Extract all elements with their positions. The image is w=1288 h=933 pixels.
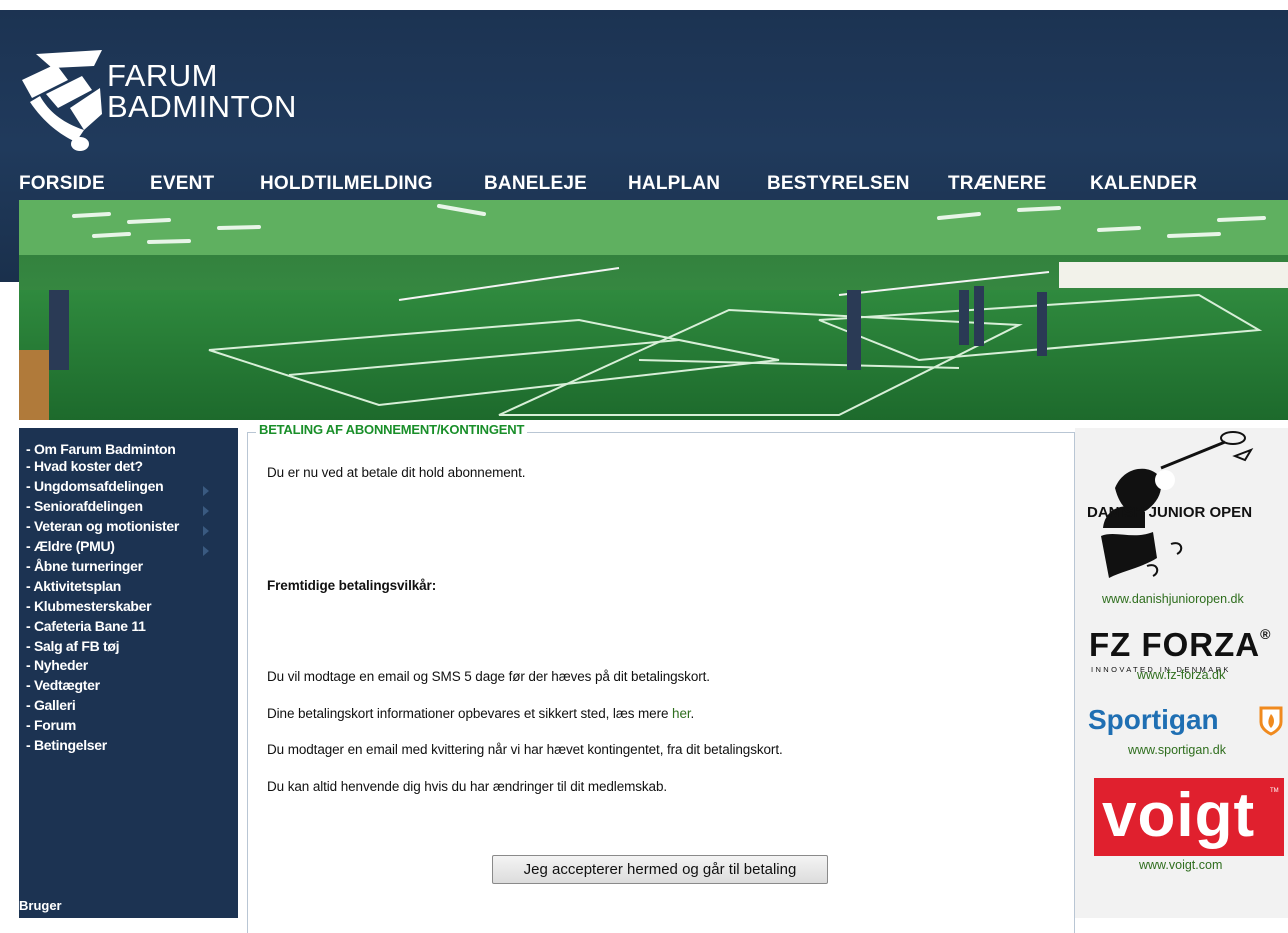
sidebar-item-cafeteria-bane-11[interactable]: - Cafeteria Bane 11 — [26, 616, 146, 636]
main-nav: FORSIDE EVENT HOLDTILMELDING BANELEJE HA… — [0, 173, 1288, 201]
voigt-url[interactable]: www.voigt.com — [1139, 858, 1222, 872]
submenu-arrow-icon — [203, 526, 209, 536]
submenu-arrow-icon — [203, 546, 209, 556]
forza-name: FZ FORZA — [1089, 626, 1261, 663]
terms-heading: Fremtidige betalingsvilkår: — [267, 578, 437, 593]
forza-logo-text: FZ FORZA® — [1089, 626, 1271, 664]
djo-url[interactable]: www.danishjunioropen.dk — [1102, 592, 1244, 606]
sportigan-url[interactable]: www.sportigan.dk — [1128, 743, 1226, 757]
sponsor-voigt[interactable]: voigt TM www.voigt.com — [1075, 778, 1288, 878]
payment-legend: BETALING AF ABONNEMENT/KONTINGENT — [256, 422, 528, 437]
forza-url[interactable]: www.fz-forza.dk — [1137, 668, 1225, 682]
forza-registered-mark: ® — [1260, 626, 1272, 642]
accept-and-pay-button[interactable]: Jeg accepterer hermed og går til betalin… — [492, 855, 828, 884]
read-more-link[interactable]: her — [672, 706, 691, 721]
intro-text: Du er nu ved at betale dit hold abonneme… — [267, 465, 526, 480]
sidebar-item-seniorafdelingen[interactable]: - Seniorafdelingen — [26, 496, 143, 516]
shuttlecock-logo-icon — [22, 50, 102, 151]
logo-wordmark: FARUM BADMINTON — [107, 60, 297, 122]
sidebar-item-aeldre-pmu[interactable]: - Ældre (PMU) — [26, 536, 115, 556]
sidebar-user-label: Bruger — [19, 898, 62, 913]
voigt-trademark: TM — [1270, 788, 1279, 794]
sponsor-danish-junior-open[interactable]: DANISH JUNIOR OPEN www.danishjunioropen.… — [1075, 428, 1288, 608]
terms-line-receipt: Du modtager en email med kvittering når … — [267, 742, 783, 757]
logo-line-badminton: BADMINTON — [107, 89, 297, 124]
shield-flame-icon — [1259, 706, 1283, 736]
sidebar-item-nyheder[interactable]: - Nyheder — [26, 655, 88, 675]
sidebar-item-klubmesterskaber[interactable]: - Klubmesterskaber — [26, 596, 152, 616]
sidebar-item-forum[interactable]: - Forum — [26, 715, 76, 735]
sidebar-item-aktivitetsplan[interactable]: - Aktivitetsplan — [26, 576, 121, 596]
sidebar-item-vedtaegter[interactable]: - Vedtægter — [26, 675, 100, 695]
djo-title: DANISH JUNIOR OPEN — [1087, 504, 1253, 521]
sidebar-item-betingelser[interactable]: - Betingelser — [26, 735, 107, 755]
submenu-arrow-icon — [203, 486, 209, 496]
sponsor-forza[interactable]: FZ FORZA® INNOVATED IN DENMARK www.fz-fo… — [1075, 624, 1288, 684]
nav-kalender[interactable]: KALENDER — [1090, 173, 1197, 195]
voigt-name: voigt — [1102, 781, 1256, 850]
farum-badminton-logo[interactable] — [22, 50, 104, 163]
submenu-arrow-icon — [203, 506, 209, 516]
card-info-prefix: Dine betalingskort informationer opbevar… — [267, 706, 673, 721]
nav-event[interactable]: EVENT — [150, 173, 214, 195]
nav-baneleje[interactable]: BANELEJE — [484, 173, 587, 195]
nav-forside[interactable]: FORSIDE — [19, 173, 105, 195]
terms-line-card-info: Dine betalingskort informationer opbevar… — [267, 706, 694, 721]
nav-traenere[interactable]: TRÆNERE — [948, 173, 1047, 195]
voigt-logo-box: voigt TM — [1094, 778, 1284, 856]
sponsor-column: DANISH JUNIOR OPEN www.danishjunioropen.… — [1075, 428, 1288, 918]
nav-halplan[interactable]: HALPLAN — [628, 173, 720, 195]
sidebar-item-veteran-og-motionister[interactable]: - Veteran og motionister — [26, 516, 179, 536]
sidebar-menu: - Om Farum Badminton - Hvad koster det? … — [19, 428, 238, 918]
sidebar-item-galleri[interactable]: - Galleri — [26, 695, 76, 715]
card-info-suffix: . — [690, 706, 695, 721]
sports-hall-banner-image — [19, 200, 1288, 420]
nav-bestyrelsen[interactable]: BESTYRELSEN — [767, 173, 910, 195]
terms-line-sms: Du vil modtage en email og SMS 5 dage fø… — [267, 669, 710, 684]
sidebar-item-aabne-turneringer[interactable]: - Åbne turneringer — [26, 556, 143, 576]
sponsor-sportigan[interactable]: Sportigan www.sportigan.dk — [1075, 704, 1288, 764]
sportigan-name: Sportigan — [1088, 704, 1219, 735]
terms-line-contact: Du kan altid henvende dig hvis du har æn… — [267, 779, 668, 794]
sidebar-item-salg-af-fb-toej[interactable]: - Salg af FB tøj — [26, 636, 120, 656]
nav-holdtilmelding[interactable]: HOLDTILMELDING — [260, 173, 433, 195]
logo-line-farum: FARUM — [107, 58, 218, 93]
sidebar-item-hvad-koster-det[interactable]: - Hvad koster det? — [26, 456, 143, 476]
sidebar-item-ungdomsafdelingen[interactable]: - Ungdomsafdelingen — [26, 476, 164, 496]
